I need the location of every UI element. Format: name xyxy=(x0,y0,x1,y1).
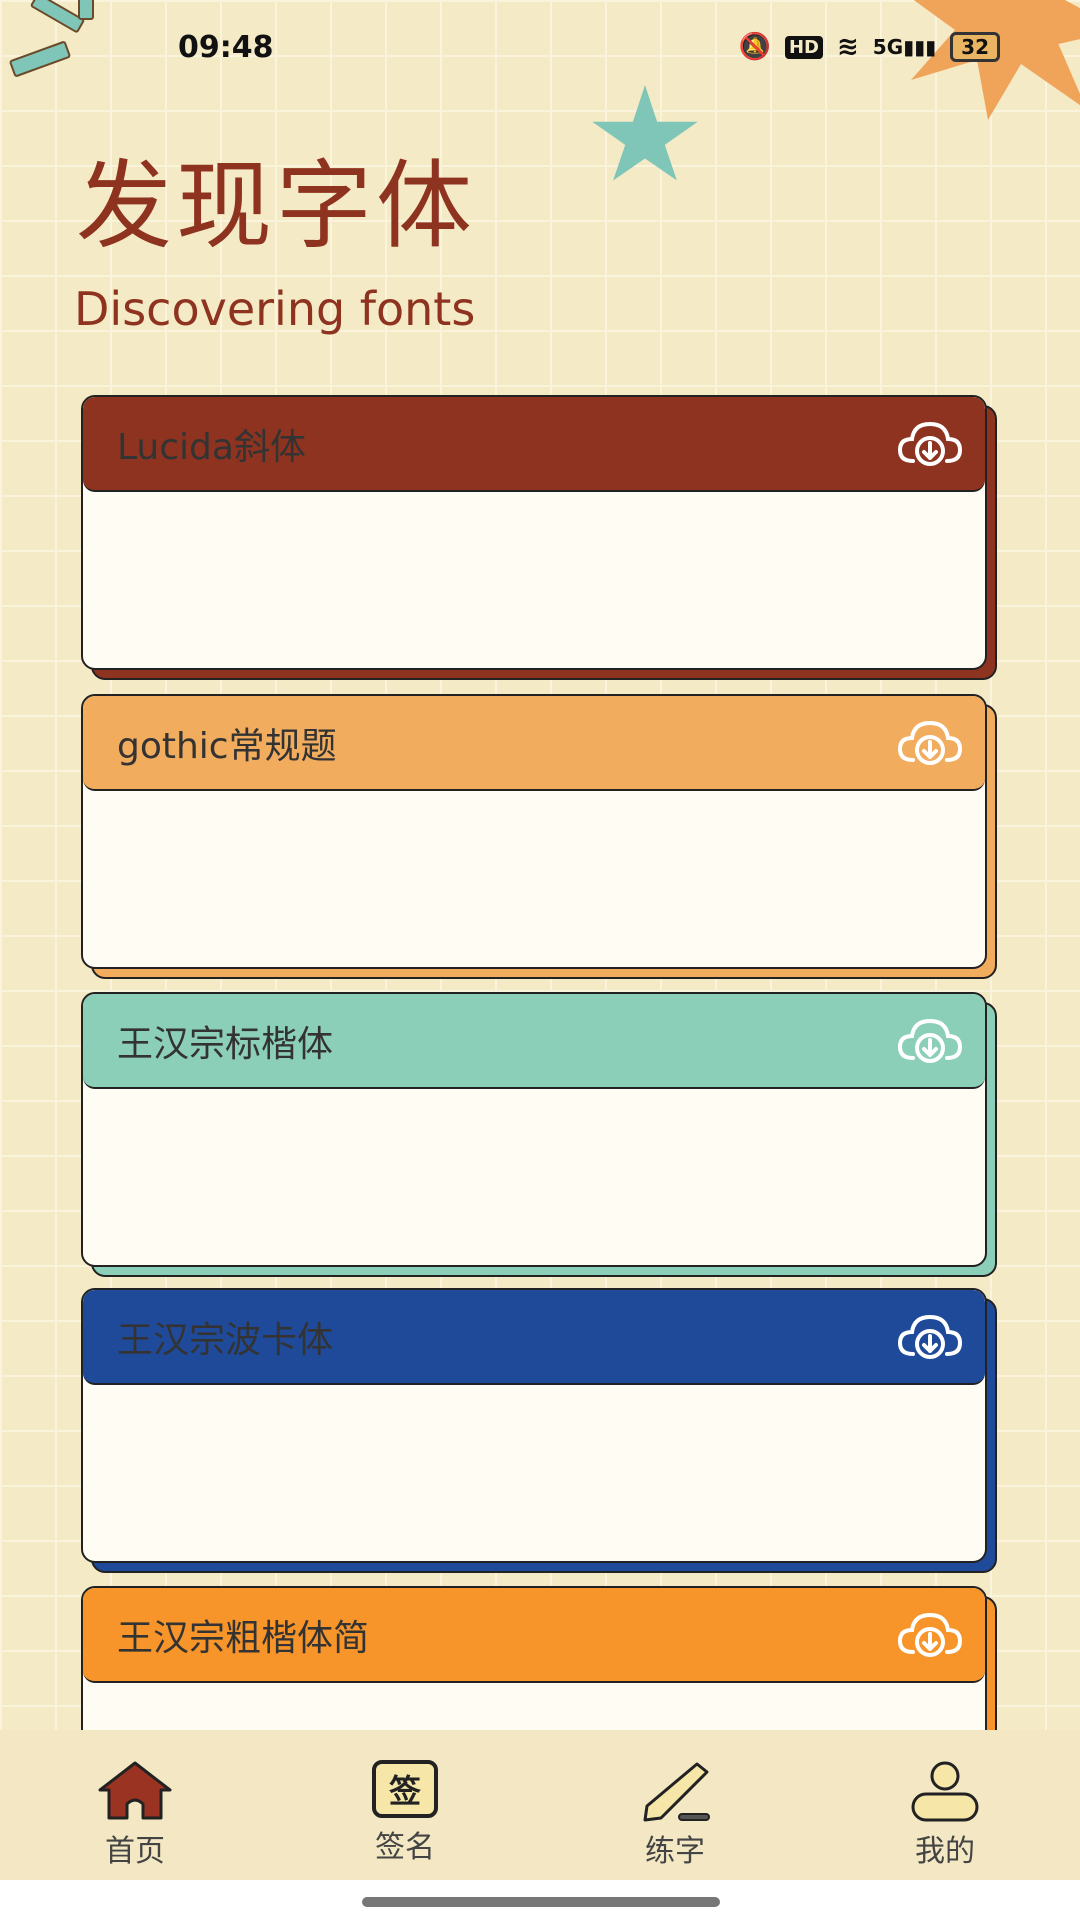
cloud-download-icon[interactable] xyxy=(897,1610,963,1660)
font-name: gothic常规题 xyxy=(117,725,337,767)
card-body: 王汉宗波卡体 xyxy=(81,1288,987,1563)
card-body: Lucida斜体 xyxy=(81,395,987,670)
cloud-download-icon[interactable] xyxy=(897,718,963,768)
signature-icon: 签 xyxy=(372,1760,438,1818)
nav-item-practice[interactable]: 练字 xyxy=(540,1730,810,1880)
app-screen: 09:48 🔕 HD ≋ 5G▮▮▮ 32 发现字体 Discovering f… xyxy=(0,0,1080,1880)
card-header: 王汉宗标楷体 xyxy=(83,994,985,1089)
card-header: gothic常规题 xyxy=(83,696,985,791)
font-card[interactable]: 王汉宗标楷体 xyxy=(81,992,997,1277)
card-body: gothic常规题 xyxy=(81,694,987,969)
hd-icon: HD xyxy=(784,35,823,59)
nav-label: 我的 xyxy=(915,1834,975,1869)
cloud-download-icon[interactable] xyxy=(897,1016,963,1066)
cloud-download-icon[interactable] xyxy=(897,1312,963,1362)
font-name: Lucida斜体 xyxy=(117,426,306,468)
nav-item-profile[interactable]: 我的 xyxy=(810,1730,1080,1880)
nav-item-signature[interactable]: 签 签名 xyxy=(270,1730,540,1880)
user-icon xyxy=(911,1761,979,1822)
nav-label: 练字 xyxy=(645,1834,705,1869)
cloud-download-icon[interactable] xyxy=(897,419,963,469)
nav-label: 首页 xyxy=(105,1834,165,1869)
card-header: 王汉宗粗楷体简 xyxy=(83,1588,985,1683)
page-subtitle: Discovering fonts xyxy=(74,282,476,336)
font-card[interactable]: Lucida斜体 xyxy=(81,395,997,680)
nav-item-home[interactable]: 首页 xyxy=(0,1730,270,1880)
page-title: 发现字体 xyxy=(76,150,476,262)
ray-decoration xyxy=(78,0,94,20)
star-decoration xyxy=(592,85,698,181)
card-header: 王汉宗波卡体 xyxy=(83,1290,985,1385)
pencil-icon xyxy=(643,1762,710,1822)
home-icon xyxy=(98,1761,172,1820)
bottom-nav: 首页 签 签名 练字 我的 xyxy=(0,1730,1080,1880)
font-card[interactable]: 王汉宗波卡体 xyxy=(81,1288,997,1573)
font-name: 王汉宗标楷体 xyxy=(117,1023,334,1065)
status-time: 09:48 xyxy=(178,30,274,65)
status-bar: 09:48 🔕 HD ≋ 5G▮▮▮ 32 xyxy=(0,30,1080,70)
nav-label: 签名 xyxy=(375,1830,435,1865)
font-name: 王汉宗粗楷体简 xyxy=(117,1617,370,1659)
font-card[interactable]: gothic常规题 xyxy=(81,694,997,979)
card-header: Lucida斜体 xyxy=(83,397,985,492)
battery-icon: 32 xyxy=(950,32,1000,62)
signal-icon: 5G▮▮▮ xyxy=(872,35,937,59)
wifi-icon: ≋ xyxy=(836,32,859,62)
ray-decoration xyxy=(29,0,86,34)
home-indicator[interactable] xyxy=(362,1897,720,1907)
card-body: 王汉宗标楷体 xyxy=(81,992,987,1267)
font-name: 王汉宗波卡体 xyxy=(117,1319,334,1361)
mute-icon: 🔕 xyxy=(738,32,771,62)
